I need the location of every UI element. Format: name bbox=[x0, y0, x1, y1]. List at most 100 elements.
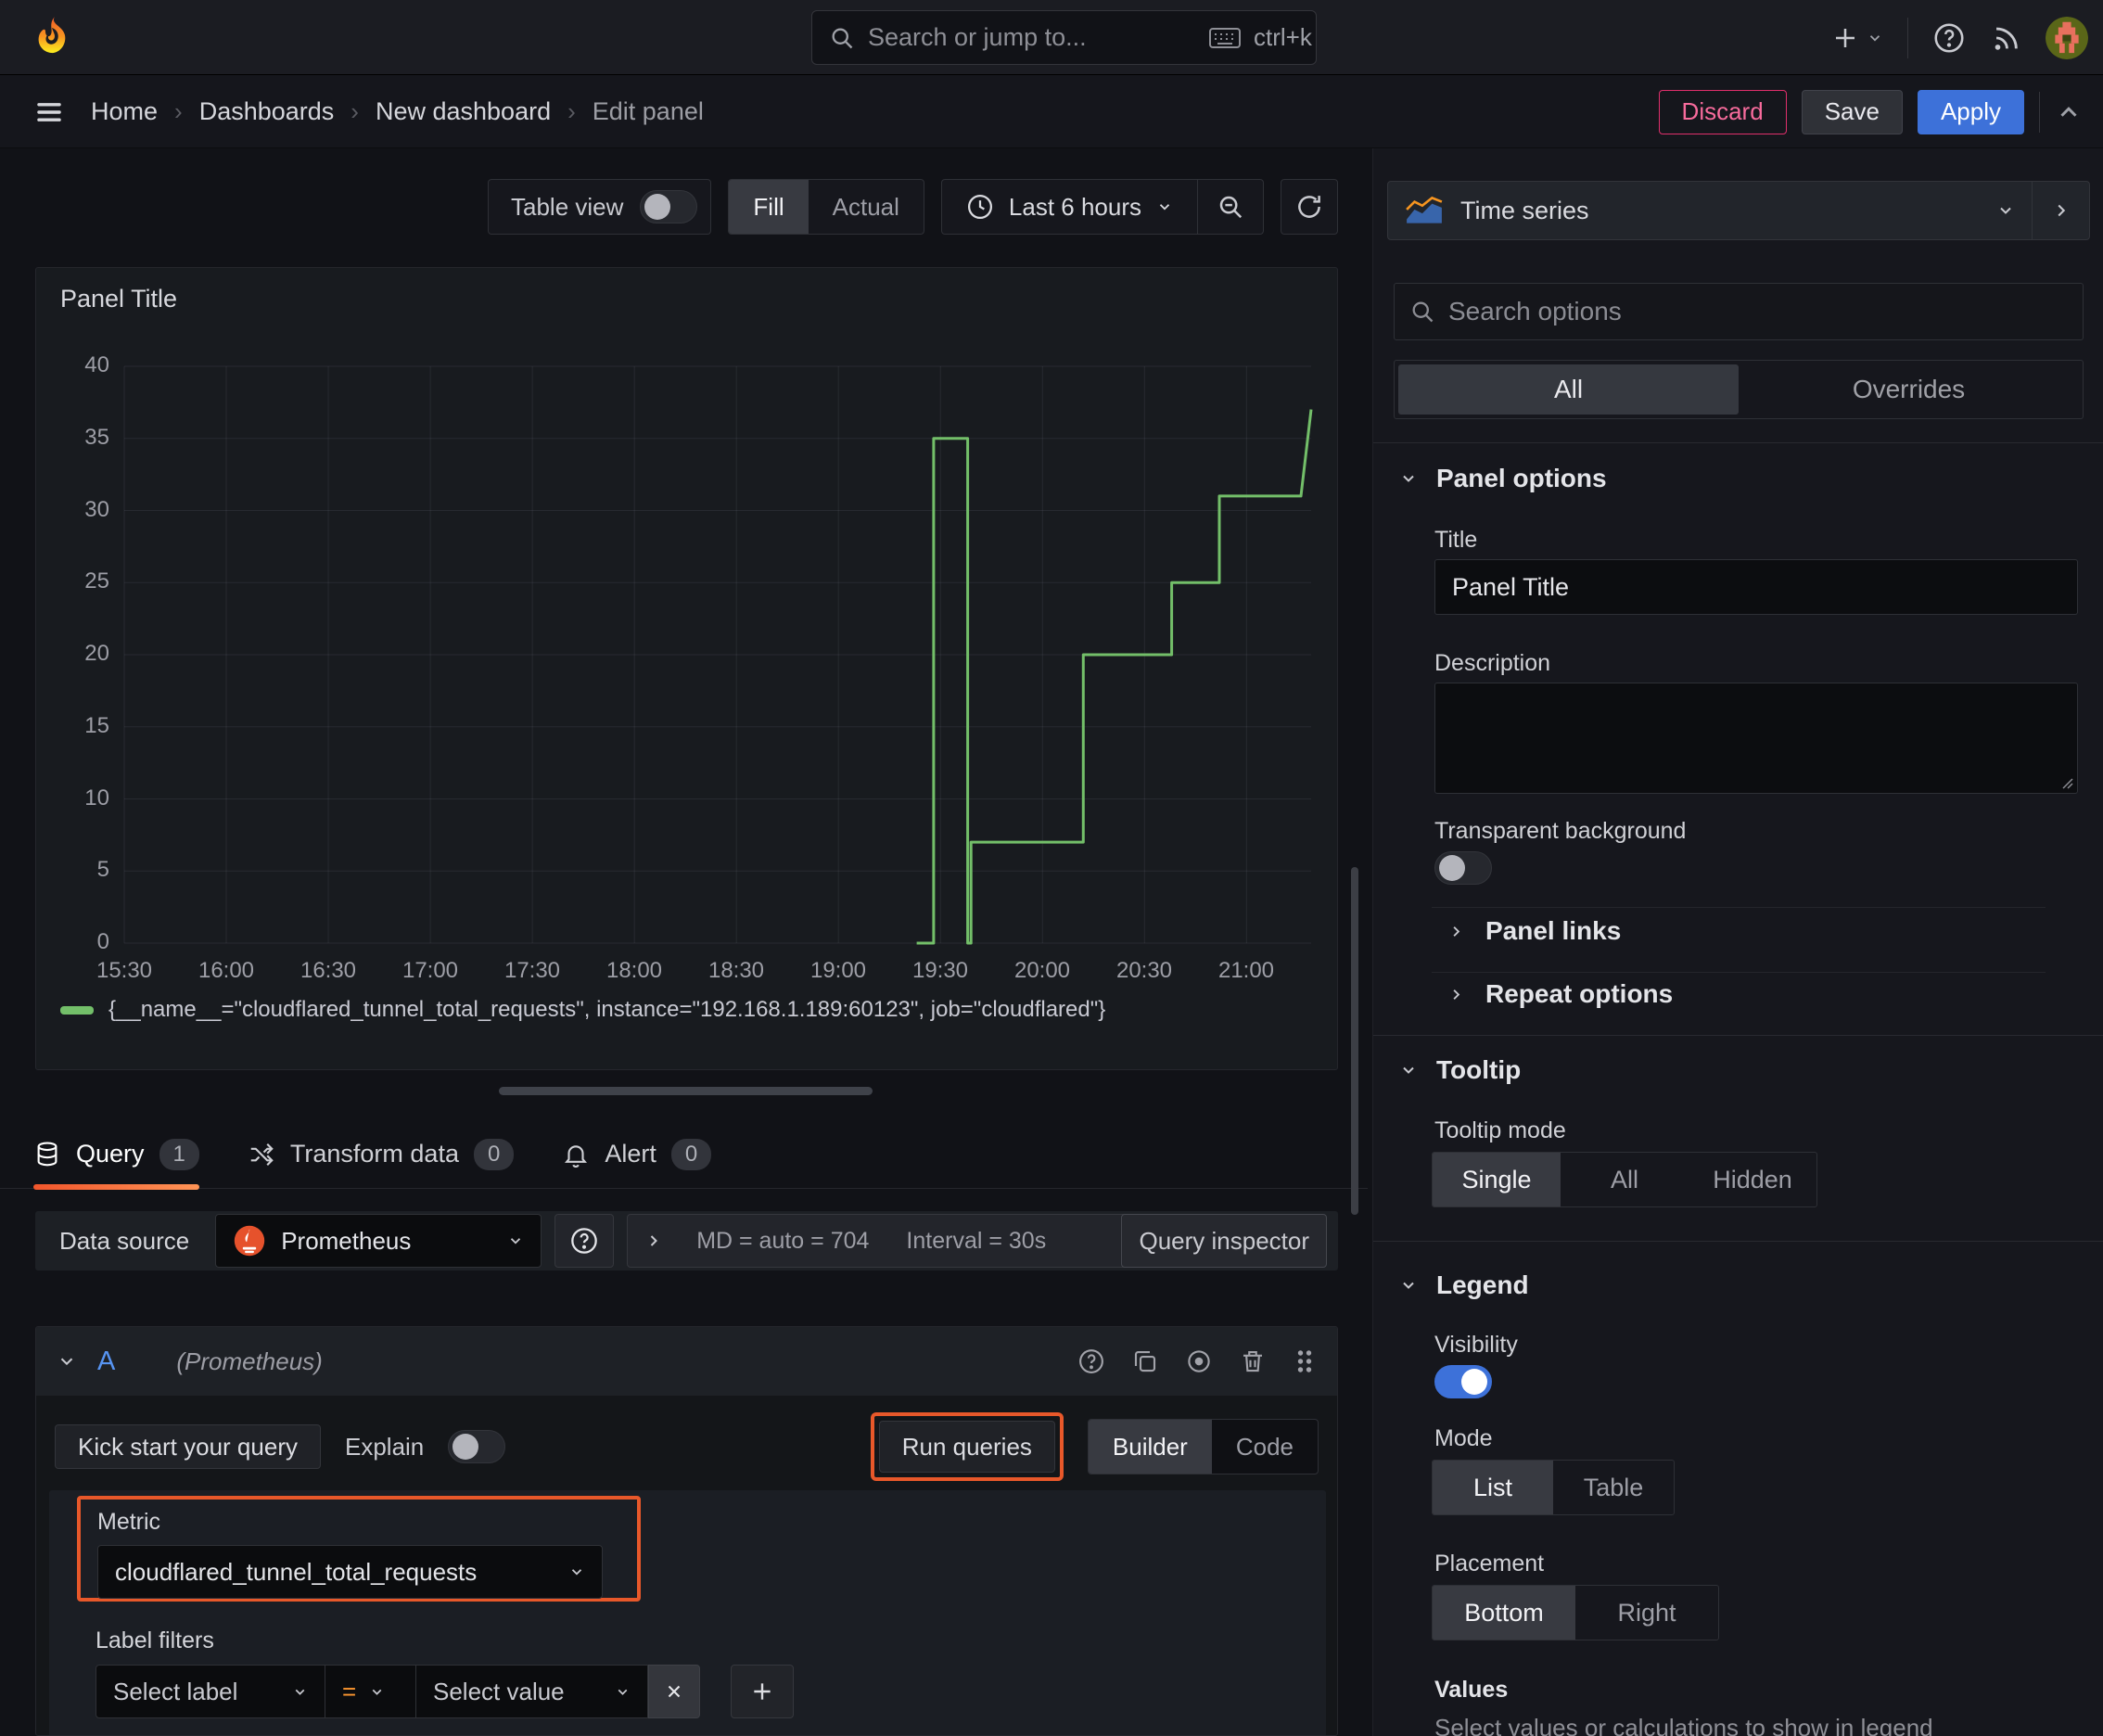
query-help-icon[interactable] bbox=[1077, 1347, 1105, 1375]
run-queries-button[interactable]: Run queries bbox=[878, 1421, 1055, 1473]
datasource-picker[interactable]: Prometheus bbox=[215, 1214, 542, 1268]
search-input[interactable] bbox=[868, 23, 1196, 52]
edit-panel-main: Table view Fill Actual Last 6 hours Pane… bbox=[0, 148, 1368, 1736]
select-label-dropdown[interactable]: Select label bbox=[96, 1665, 325, 1718]
x-axis-tick: 19:30 bbox=[911, 958, 969, 983]
code-option[interactable]: Code bbox=[1212, 1420, 1318, 1474]
query-toolbar-row: Kick start your query Explain Run querie… bbox=[55, 1412, 1319, 1481]
tab-alert-count: 0 bbox=[670, 1138, 712, 1170]
kick-start-query-button[interactable]: Kick start your query bbox=[55, 1424, 321, 1469]
operator-dropdown[interactable]: = bbox=[325, 1665, 416, 1718]
zoom-out-button[interactable] bbox=[1198, 180, 1263, 234]
active-tab-underline bbox=[33, 1183, 199, 1190]
duplicate-query-icon[interactable] bbox=[1131, 1347, 1159, 1375]
tooltip-hidden-option[interactable]: Hidden bbox=[1689, 1153, 1816, 1206]
breadcrumb: Home › Dashboards › New dashboard › Edit… bbox=[33, 75, 704, 148]
apply-button[interactable]: Apply bbox=[1917, 89, 2024, 134]
delete-query-icon[interactable] bbox=[1239, 1347, 1267, 1375]
options-sidebar: Time series All Overrides Panel options … bbox=[1372, 148, 2103, 1736]
refresh-button[interactable] bbox=[1281, 179, 1338, 235]
interval-value: Interval = 30s bbox=[906, 1227, 1047, 1254]
legend-mode-label: Mode bbox=[1434, 1425, 1493, 1451]
options-search-input[interactable] bbox=[1448, 297, 2068, 326]
user-avatar[interactable] bbox=[2046, 16, 2088, 59]
add-filter-button[interactable] bbox=[731, 1665, 794, 1718]
grafana-logo-icon[interactable] bbox=[32, 15, 76, 59]
explain-toggle[interactable] bbox=[448, 1430, 506, 1463]
tab-overrides[interactable]: Overrides bbox=[1739, 364, 2079, 415]
datasource-row: Data source Prometheus MD = auto = 704 I… bbox=[35, 1211, 1338, 1270]
panel-title-input[interactable] bbox=[1434, 559, 2078, 615]
resize-handle-icon[interactable] bbox=[2059, 775, 2074, 790]
zoom-out-icon bbox=[1219, 196, 1243, 219]
breadcrumb-new-dashboard[interactable]: New dashboard bbox=[376, 97, 551, 126]
drag-handle-icon[interactable] bbox=[1293, 1347, 1317, 1375]
time-range-picker[interactable]: Last 6 hours bbox=[942, 180, 1197, 234]
global-search[interactable]: ctrl+k bbox=[811, 10, 1317, 65]
tab-query[interactable]: Query 1 bbox=[33, 1120, 199, 1190]
chart-plot[interactable] bbox=[36, 268, 1337, 1069]
description-textarea[interactable] bbox=[1434, 683, 2078, 794]
help-icon[interactable] bbox=[1932, 21, 1966, 55]
transparent-background-toggle[interactable] bbox=[1434, 851, 1492, 885]
prometheus-icon bbox=[234, 1225, 265, 1257]
x-axis-tick: 18:00 bbox=[605, 958, 663, 983]
main-scrollbar[interactable] bbox=[1351, 867, 1358, 1215]
breadcrumb-home[interactable]: Home bbox=[91, 97, 158, 126]
placement-bottom-option[interactable]: Bottom bbox=[1433, 1586, 1575, 1640]
panel-links-header[interactable]: Panel links bbox=[1447, 916, 1621, 946]
tab-query-label: Query bbox=[76, 1140, 145, 1168]
query-inspector-button[interactable]: Query inspector bbox=[1121, 1214, 1327, 1268]
divider bbox=[1907, 17, 1908, 58]
panel-chart: Panel Title {__name__="cloudflared_tunne… bbox=[35, 267, 1338, 1070]
legend-mode-list-option[interactable]: List bbox=[1433, 1461, 1553, 1514]
save-button[interactable]: Save bbox=[1801, 89, 1903, 134]
collapse-header-icon[interactable] bbox=[2055, 98, 2083, 126]
repeat-options-header[interactable]: Repeat options bbox=[1447, 979, 1673, 1009]
visualization-picker[interactable]: Time series bbox=[1388, 182, 2032, 239]
discard-button[interactable]: Discard bbox=[1658, 89, 1787, 134]
add-menu-button[interactable] bbox=[1831, 24, 1883, 52]
legend-header[interactable]: Legend bbox=[1399, 1270, 1529, 1300]
tooltip-header[interactable]: Tooltip bbox=[1399, 1055, 1521, 1085]
search-icon bbox=[1409, 299, 1435, 325]
query-row-header[interactable]: A (Prometheus) bbox=[36, 1327, 1337, 1396]
collapse-options-button[interactable] bbox=[2032, 182, 2089, 239]
y-axis-tick: 10 bbox=[84, 785, 109, 811]
x-axis-tick: 16:30 bbox=[300, 958, 357, 983]
select-value-dropdown[interactable]: Select value bbox=[416, 1665, 648, 1718]
panel-options-header[interactable]: Panel options bbox=[1399, 464, 1607, 493]
menu-icon[interactable] bbox=[33, 96, 65, 128]
table-view-toggle[interactable] bbox=[640, 190, 698, 223]
breadcrumb-dashboards[interactable]: Dashboards bbox=[199, 97, 335, 126]
metric-select[interactable]: cloudflared_tunnel_total_requests bbox=[97, 1545, 603, 1599]
tab-transform-data[interactable]: Transform data 0 bbox=[248, 1120, 515, 1189]
repeat-options-label: Repeat options bbox=[1485, 979, 1674, 1008]
panel-resize-handle[interactable] bbox=[499, 1087, 873, 1095]
remove-filter-button[interactable] bbox=[648, 1665, 700, 1718]
datasource-help-button[interactable] bbox=[554, 1214, 615, 1268]
search-shortcut: ctrl+k bbox=[1254, 23, 1312, 51]
tooltip-all-option[interactable]: All bbox=[1561, 1153, 1689, 1206]
builder-option[interactable]: Builder bbox=[1088, 1420, 1212, 1474]
legend-visibility-toggle[interactable] bbox=[1434, 1365, 1492, 1398]
panel-links-label: Panel links bbox=[1485, 916, 1622, 945]
tooltip-mode-label: Tooltip mode bbox=[1434, 1117, 1566, 1143]
chevron-right-icon bbox=[1453, 925, 1460, 937]
run-queries-highlight: Run queries bbox=[870, 1412, 1064, 1481]
transform-icon bbox=[250, 1142, 274, 1166]
tab-all[interactable]: All bbox=[1398, 364, 1739, 415]
fill-option[interactable]: Fill bbox=[729, 180, 809, 234]
tooltip-single-option[interactable]: Single bbox=[1433, 1153, 1561, 1206]
breadcrumb-separator: › bbox=[567, 97, 576, 125]
x-axis-tick: 18:30 bbox=[707, 958, 765, 983]
visibility-label: Visibility bbox=[1434, 1332, 1518, 1358]
legend-mode-table-option[interactable]: Table bbox=[1553, 1461, 1674, 1514]
tab-alert[interactable]: Alert 0 bbox=[562, 1120, 712, 1189]
hide-query-icon[interactable] bbox=[1185, 1347, 1213, 1375]
options-search[interactable] bbox=[1394, 283, 2084, 340]
actual-option[interactable]: Actual bbox=[809, 180, 924, 234]
table-view-label: Table view bbox=[511, 192, 624, 221]
placement-right-option[interactable]: Right bbox=[1575, 1586, 1718, 1640]
news-rss-icon[interactable] bbox=[1990, 22, 2021, 54]
